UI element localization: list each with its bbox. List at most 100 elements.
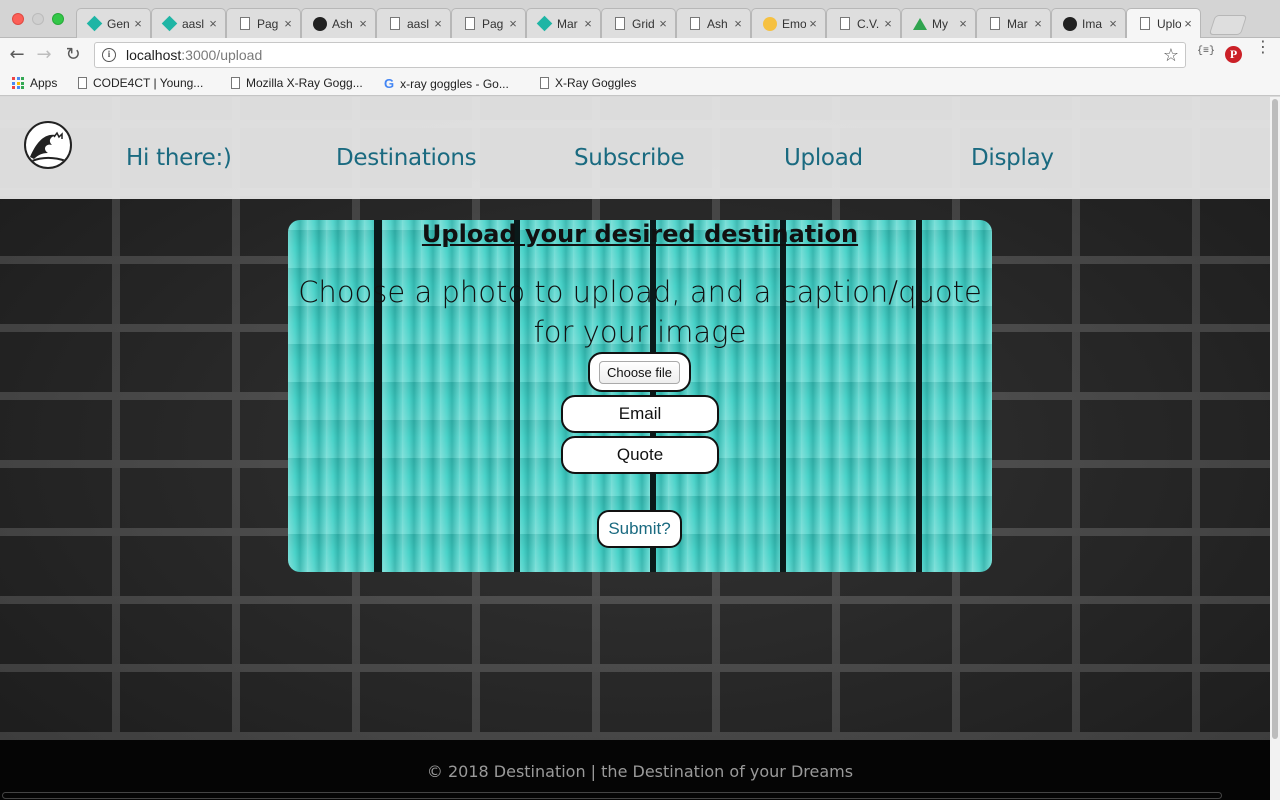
- diamond-icon: [536, 15, 553, 32]
- upload-instructions: Choose a photo to upload, and a caption/…: [298, 275, 982, 349]
- minimize-window-button[interactable]: [32, 13, 44, 25]
- tab-ash-2[interactable]: Ash ×: [676, 8, 751, 38]
- browser-toolbar: ← → ↻ i localhost:3000/upload ☆: [0, 38, 1280, 72]
- pinterest-icon[interactable]: P: [1225, 46, 1242, 63]
- tab-title: Ima: [1082, 16, 1103, 31]
- horizontal-scrollbar-thumb[interactable]: [2, 792, 1222, 799]
- nav-upload[interactable]: Upload: [784, 145, 863, 171]
- bookmark-label: X-Ray Goggles: [555, 76, 637, 90]
- tab-title: Uplo: [1157, 16, 1181, 31]
- tab-mar-2[interactable]: Mar ×: [976, 8, 1051, 38]
- tab-ash[interactable]: Ash ×: [301, 8, 376, 38]
- wave-logo-icon[interactable]: [24, 121, 72, 169]
- document-icon: [462, 16, 477, 31]
- tab-emo[interactable]: Emo ×: [751, 8, 826, 38]
- tab-title: Ash: [332, 16, 353, 31]
- extension-icon[interactable]: {≡}: [1197, 46, 1215, 57]
- info-icon[interactable]: i: [102, 48, 116, 62]
- tab-title: Gen: [107, 16, 130, 31]
- new-tab-button[interactable]: [1208, 15, 1248, 35]
- nav-display[interactable]: Display: [971, 145, 1054, 171]
- tab-title: aasl: [407, 16, 430, 31]
- address-bar[interactable]: i localhost:3000/upload ☆: [94, 42, 1186, 68]
- vertical-scrollbar[interactable]: [1270, 97, 1280, 800]
- tab-title: Pag: [257, 16, 279, 31]
- close-icon[interactable]: ×: [881, 16, 895, 31]
- document-icon: [837, 16, 852, 31]
- bookmarks-bar: Apps CODE4CT | Young... Mozilla X-Ray Go…: [0, 72, 1280, 96]
- close-window-button[interactable]: [12, 13, 24, 25]
- google-icon: G: [384, 76, 395, 91]
- close-icon[interactable]: ×: [1031, 16, 1045, 31]
- menu-icon[interactable]: ⋮: [1255, 39, 1271, 55]
- close-icon[interactable]: ×: [806, 16, 820, 31]
- bookmark-xray-goggles[interactable]: X-Ray Goggles: [540, 76, 636, 90]
- tab-pag[interactable]: Pag ×: [226, 8, 301, 38]
- close-icon[interactable]: ×: [131, 16, 145, 31]
- tab-title: aasl: [182, 16, 205, 31]
- tab-title: Pag: [482, 16, 504, 31]
- email-field[interactable]: Email: [561, 395, 719, 433]
- document-icon: [687, 16, 702, 31]
- document-icon: [387, 16, 402, 31]
- bookmark-code4ct[interactable]: CODE4CT | Young...: [78, 76, 203, 90]
- url-text[interactable]: localhost:3000/upload: [126, 47, 262, 63]
- tab-upload-active[interactable]: Uplo ×: [1126, 8, 1201, 38]
- submit-button[interactable]: Submit?: [597, 510, 682, 548]
- choose-file-button[interactable]: Choose file: [598, 360, 681, 384]
- bookmark-label: Apps: [30, 76, 58, 90]
- nav-hi-there[interactable]: Hi there:): [126, 145, 232, 171]
- tab-title: Grid: [632, 16, 655, 31]
- file-input[interactable]: Choose file: [588, 352, 691, 392]
- bookmark-mozilla-xray[interactable]: Mozilla X-Ray Gogg...: [231, 76, 363, 90]
- tab-pag-2[interactable]: Pag ×: [451, 8, 526, 38]
- back-arrow-icon[interactable]: ←: [6, 44, 28, 66]
- github-icon: [312, 16, 327, 31]
- close-icon[interactable]: ×: [1181, 16, 1195, 31]
- tab-my-drive[interactable]: My ×: [901, 8, 976, 38]
- bookmark-label: CODE4CT | Young...: [93, 76, 204, 90]
- nav-subscribe[interactable]: Subscribe: [574, 145, 685, 171]
- diamond-icon: [86, 15, 103, 32]
- close-icon[interactable]: ×: [281, 16, 295, 31]
- tab-aasl[interactable]: aasl ×: [151, 8, 226, 38]
- tab-grid[interactable]: Grid ×: [601, 8, 676, 38]
- tab-mar[interactable]: Mar ×: [526, 8, 601, 38]
- upload-title: Upload your desired destination: [421, 220, 859, 248]
- site-header: Hi there:) Destinations Subscribe Upload…: [0, 97, 1270, 199]
- close-icon[interactable]: ×: [356, 16, 370, 31]
- scrollbar-thumb[interactable]: [1272, 99, 1278, 739]
- maximize-window-button[interactable]: [52, 13, 64, 25]
- reload-icon[interactable]: ↻: [62, 44, 84, 66]
- tab-aasl-2[interactable]: aasl ×: [376, 8, 451, 38]
- bookmark-apps[interactable]: Apps: [12, 76, 57, 90]
- apps-icon: [12, 77, 24, 89]
- tab-title: Mar: [557, 16, 578, 31]
- close-icon[interactable]: ×: [506, 16, 520, 31]
- forward-arrow-icon[interactable]: →: [33, 44, 55, 66]
- upload-card: Upload your desired destination Choose a…: [288, 220, 992, 572]
- tab-title: Ash: [707, 16, 728, 31]
- footer-copyright: © 2018 Destination | the Destination of …: [426, 762, 854, 781]
- document-icon: [987, 16, 1002, 31]
- close-icon[interactable]: ×: [206, 16, 220, 31]
- close-icon[interactable]: ×: [1106, 16, 1120, 31]
- close-icon[interactable]: ×: [956, 16, 970, 31]
- tab-cv[interactable]: C.V. ×: [826, 8, 901, 38]
- close-icon[interactable]: ×: [656, 16, 670, 31]
- tab-gen[interactable]: Gen ×: [76, 8, 151, 38]
- close-icon[interactable]: ×: [431, 16, 445, 31]
- quote-field[interactable]: Quote: [561, 436, 719, 474]
- url-host: localhost: [126, 47, 182, 63]
- tab-ima[interactable]: Ima ×: [1051, 8, 1126, 38]
- close-icon[interactable]: ×: [731, 16, 745, 31]
- close-icon[interactable]: ×: [581, 16, 595, 31]
- nav-destinations[interactable]: Destinations: [336, 145, 477, 171]
- document-icon: [237, 16, 252, 31]
- emoji-icon: [762, 16, 777, 31]
- page-viewport: Hi there:) Destinations Subscribe Upload…: [0, 97, 1280, 800]
- bookmark-xray-google[interactable]: G x-ray goggles - Go...: [384, 76, 509, 91]
- bookmark-star-icon[interactable]: ☆: [1163, 45, 1179, 66]
- document-icon: [1137, 16, 1152, 31]
- horizontal-scrollbar[interactable]: [0, 791, 1270, 800]
